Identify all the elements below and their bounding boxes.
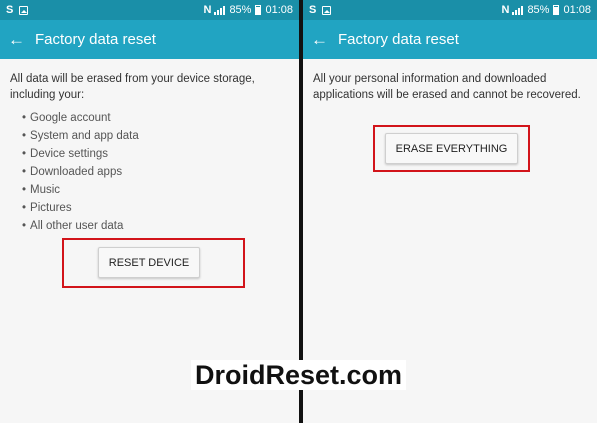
erased-items-list: Google account System and app data Devic… xyxy=(10,109,289,235)
status-bar: S N 85% 01:08 xyxy=(303,0,597,20)
list-item: Downloaded apps xyxy=(22,163,289,181)
list-item: Music xyxy=(22,181,289,199)
battery-icon xyxy=(553,5,560,15)
reset-device-button[interactable]: RESET DEVICE xyxy=(98,247,200,278)
signal-icon xyxy=(512,5,524,15)
erase-warning: All your personal information and downlo… xyxy=(303,59,597,103)
watermark-text: DroidReset.com xyxy=(190,360,407,390)
s-notification-icon: S xyxy=(309,4,317,16)
battery-icon xyxy=(255,5,262,15)
signal-icon xyxy=(214,5,226,15)
s-notification-icon: S xyxy=(6,4,14,16)
page-title: Factory data reset xyxy=(338,31,459,48)
clock: 01:08 xyxy=(563,4,591,16)
nfc-icon: N xyxy=(501,4,509,16)
nfc-icon: N xyxy=(203,4,211,16)
battery-percent: 85% xyxy=(229,4,252,16)
reset-info: All data will be erased from your device… xyxy=(0,59,299,235)
app-bar: ← Factory data reset xyxy=(303,20,597,59)
list-item: Device settings xyxy=(22,145,289,163)
app-bar: ← Factory data reset xyxy=(0,20,299,59)
back-arrow-icon[interactable]: ← xyxy=(8,31,26,48)
image-notification-icon xyxy=(19,5,29,15)
watermark: DroidReset.com xyxy=(0,360,597,391)
warning-text: All your personal information and downlo… xyxy=(313,73,581,101)
page-title: Factory data reset xyxy=(35,31,156,48)
battery-percent: 85% xyxy=(527,4,550,16)
status-bar: S N 85% 01:08 xyxy=(0,0,299,20)
list-item: Pictures xyxy=(22,199,289,217)
list-item: All other user data xyxy=(22,217,289,235)
list-item: Google account xyxy=(22,109,289,127)
intro-text: All data will be erased from your device… xyxy=(10,73,255,101)
image-notification-icon xyxy=(322,5,332,15)
clock: 01:08 xyxy=(265,4,293,16)
erase-everything-button[interactable]: ERASE EVERYTHING xyxy=(385,133,518,164)
back-arrow-icon[interactable]: ← xyxy=(311,31,329,48)
list-item: System and app data xyxy=(22,127,289,145)
